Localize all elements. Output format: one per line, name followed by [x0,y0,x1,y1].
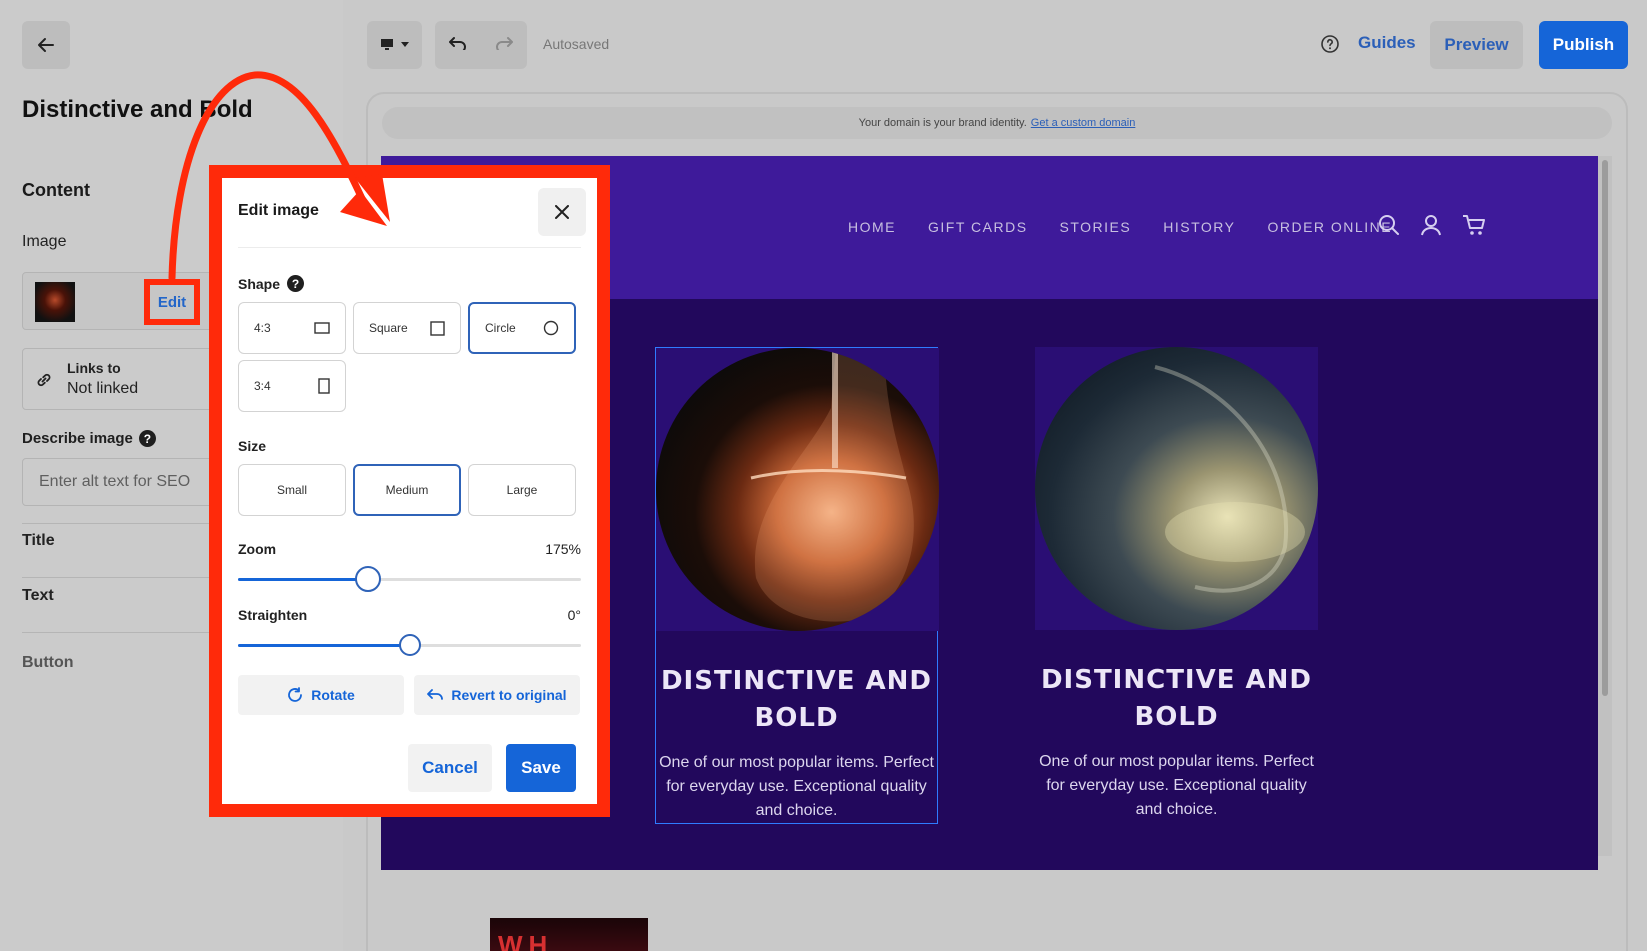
product-card[interactable]: Distinctive and Bold One of our most pop… [655,347,939,824]
size-option-medium[interactable]: Medium [353,464,461,516]
zoom-slider-handle[interactable] [355,566,382,592]
neon-sign-graphic: WH [498,930,554,951]
zoom-slider-fill [238,578,369,581]
nav-gift-cards[interactable]: GIFT CARDS [928,219,1028,235]
search-icon[interactable] [1378,214,1400,236]
close-button[interactable] [538,188,586,236]
dialog-divider [238,247,581,248]
custom-domain-link[interactable]: Get a custom domain [1031,117,1136,129]
shape-option-label: Square [369,321,408,335]
square-icon [430,320,445,336]
size-option-large[interactable]: Large [468,464,576,516]
describe-image-label: Describe image ? [22,430,156,447]
rotate-icon [288,687,303,702]
straighten-slider[interactable] [238,634,581,656]
user-icon[interactable] [1420,214,1442,236]
guides-link[interactable]: Guides [1358,33,1416,53]
section-image[interactable]: WH [490,918,648,951]
shape-option-3-4[interactable]: 3:4 [238,360,346,412]
card-title[interactable]: Distinctive and Bold [1035,662,1318,736]
card-title[interactable]: Distinctive and Bold [656,663,937,737]
cart-icon[interactable] [1462,214,1486,236]
describe-image-text: Describe image [22,430,133,447]
revert-button[interactable]: Revert to original [414,675,580,715]
straighten-slider-handle[interactable] [398,634,421,656]
image-label: Image [22,233,67,250]
rotate-label: Rotate [311,687,355,703]
straighten-label: Straighten [238,607,308,623]
domain-text: Your domain is your brand identity. [858,117,1027,129]
shape-option-square[interactable]: Square [353,302,461,354]
preview-button[interactable]: Preview [1430,21,1523,69]
size-label: Size [238,438,267,454]
card-image[interactable] [656,348,939,631]
dialog-title: Edit image [238,202,319,219]
card-image-frame[interactable] [656,348,939,631]
device-selector[interactable] [367,21,422,69]
zoom-value: 175% [545,541,581,557]
back-button[interactable] [22,21,70,69]
nav-stories[interactable]: STORIES [1060,219,1132,235]
sidebar-item-title[interactable]: Title [22,532,55,550]
link-icon [35,371,53,394]
card-image[interactable] [1035,347,1318,630]
rotate-button[interactable]: Rotate [238,675,404,715]
shape-option-label: 4:3 [254,321,271,335]
edit-image-dialog: Edit image Shape ? 4:3 Square Circle 3:4… [222,178,597,804]
shape-option-4-3[interactable]: 4:3 [238,302,346,354]
help-icon[interactable]: ? [287,275,305,292]
save-button[interactable]: Save [506,744,576,792]
card-text[interactable]: One of our most popular items. Perfect f… [1035,750,1318,822]
revert-label: Revert to original [451,687,567,703]
close-icon [555,205,569,219]
history-controls [435,21,527,69]
card-text[interactable]: One of our most popular items. Perfect f… [656,751,937,823]
domain-banner: Your domain is your brand identity. Get … [382,107,1612,139]
image-thumbnail[interactable] [35,282,75,322]
landscape-rect-icon [314,322,330,334]
shape-option-label: Circle [485,321,516,335]
site-nav: HOME GIFT CARDS STORIES HISTORY ORDER ON… [848,219,1392,235]
shape-option-label: 3:4 [254,379,271,393]
circle-icon [543,320,559,336]
portrait-rect-icon [318,378,330,394]
edit-image-button[interactable]: Edit [144,279,200,325]
question-circle-icon[interactable] [1320,34,1340,59]
undo-icon[interactable] [449,36,467,55]
links-to-label: Links to [67,360,121,376]
zoom-label: Zoom [238,541,277,557]
content-heading: Content [22,180,90,200]
links-to-value: Not linked [67,380,139,397]
cancel-button[interactable]: Cancel [408,744,492,792]
help-icon[interactable]: ? [138,430,156,447]
straighten-slider-fill [238,644,410,647]
publish-button[interactable]: Publish [1539,21,1628,69]
shape-option-circle[interactable]: Circle [468,302,576,354]
straighten-value: 0° [567,607,581,623]
product-card[interactable]: Distinctive and Bold One of our most pop… [1035,347,1318,822]
card-image-frame[interactable] [1035,347,1318,630]
shape-label-text: Shape [238,275,281,292]
page-title: Distinctive and Bold [22,96,253,123]
sidebar-item-button[interactable]: Button [22,654,74,672]
arrow-left-icon [38,38,54,52]
nav-order-online[interactable]: ORDER ONLINE [1267,219,1392,235]
autosave-status: Autosaved [543,36,610,52]
nav-home[interactable]: HOME [848,219,896,235]
zoom-slider[interactable] [238,566,581,592]
redo-icon[interactable] [495,36,513,55]
sidebar-item-text[interactable]: Text [22,587,54,605]
desktop-icon [380,39,409,50]
nav-icons [1378,214,1486,236]
shape-label: Shape ? [238,275,305,292]
scrollbar-thumb[interactable] [1602,160,1608,696]
nav-history[interactable]: HISTORY [1163,219,1235,235]
undo-icon [427,689,444,700]
size-option-small[interactable]: Small [238,464,346,516]
